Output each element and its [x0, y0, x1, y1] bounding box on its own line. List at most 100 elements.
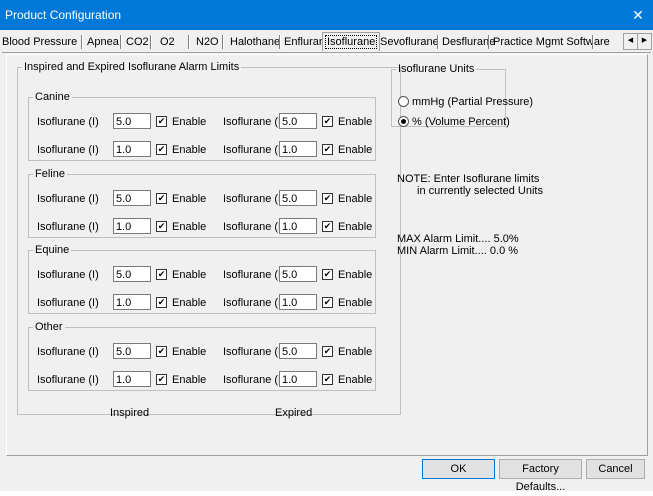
inspired-label: Isoflurane (I): [37, 346, 99, 358]
dialog-body: Blood Pressure Apnea CO2 O2 N2O Halothan…: [0, 30, 653, 493]
limit-row: Isoflurane (I) 1.0 ✔ Enable Isoflurane (E) 1.…: [29, 371, 375, 391]
percent-label: % (Volume Percent): [412, 116, 510, 128]
units-option-mmhg[interactable]: mmHg (Partial Pressure): [398, 93, 533, 113]
inspired-label: Isoflurane (I): [37, 116, 99, 128]
limit-row: Isoflurane (I) 5.0 ✔ Enable Isoflurane (E) 5.…: [29, 113, 375, 133]
tab-separator: [437, 35, 439, 49]
note-line-2: in currently selected Units: [417, 185, 543, 197]
units-group: Isoflurane Units mmHg (Partial Pressure)…: [391, 63, 533, 128]
enable-label: Enable: [172, 374, 207, 386]
tab-isoflurane[interactable]: Isoflurane: [322, 32, 381, 51]
note-text: NOTE: Enter Isoflurane limits in current…: [397, 173, 543, 197]
max-limit: MAX Alarm Limit.... 5.0%: [397, 233, 519, 245]
inspired-enable-checkbox[interactable]: ✔: [156, 221, 167, 232]
inspired-enable-checkbox[interactable]: ✔: [156, 374, 167, 385]
expired-enable-checkbox[interactable]: ✔: [322, 116, 333, 127]
enable-label: Enable: [172, 269, 207, 281]
tab-separator: [488, 35, 490, 49]
expired-input[interactable]: 5.0: [279, 190, 317, 206]
tab-scroll-left-icon[interactable]: ◀: [623, 33, 638, 50]
expired-enable-checkbox[interactable]: ✔: [322, 346, 333, 357]
enable-label: Enable: [338, 297, 373, 309]
tab-isoflurane-label: Isoflurane: [325, 35, 378, 49]
alarm-limits-title: Inspired and Expired Isoflurane Alarm Li…: [24, 61, 240, 73]
limit-row: Isoflurane (I) 1.0 ✔ Enable Isoflurane (E) 1.…: [29, 218, 375, 238]
tab-blood-pressure[interactable]: Blood Pressure: [2, 34, 77, 50]
limit-row: Isoflurane (I) 5.0 ✔ Enable Isoflurane (E) 5.…: [29, 266, 375, 286]
inspired-enable-checkbox[interactable]: ✔: [156, 346, 167, 357]
expired-input[interactable]: 5.0: [279, 113, 317, 129]
cancel-button[interactable]: Cancel: [586, 459, 645, 479]
inspired-enable-checkbox[interactable]: ✔: [156, 269, 167, 280]
enable-label: Enable: [172, 193, 207, 205]
enable-label: Enable: [172, 346, 207, 358]
expired-enable-checkbox[interactable]: ✔: [322, 193, 333, 204]
tab-n2o[interactable]: N2O: [196, 34, 219, 50]
inspired-enable-checkbox[interactable]: ✔: [156, 193, 167, 204]
expired-input[interactable]: 5.0: [279, 266, 317, 282]
enable-label: Enable: [338, 221, 373, 233]
expired-enable-checkbox[interactable]: ✔: [322, 374, 333, 385]
inspired-enable-checkbox[interactable]: ✔: [156, 144, 167, 155]
inspired-enable-checkbox[interactable]: ✔: [156, 116, 167, 127]
inspired-input[interactable]: 5.0: [113, 113, 151, 129]
inspired-input[interactable]: 1.0: [113, 371, 151, 387]
expired-enable-checkbox[interactable]: ✔: [322, 221, 333, 232]
enable-label: Enable: [338, 193, 373, 205]
tab-apnea[interactable]: Apnea: [87, 34, 119, 50]
tab-separator: [150, 35, 152, 49]
tab-o2[interactable]: O2: [160, 34, 175, 50]
units-option-percent[interactable]: % (Volume Percent): [398, 113, 510, 133]
expired-enable-checkbox[interactable]: ✔: [322, 144, 333, 155]
enable-label: Enable: [338, 269, 373, 281]
species-title: Canine: [35, 91, 70, 103]
tab-co2[interactable]: CO2: [126, 34, 149, 50]
inspired-enable-checkbox[interactable]: ✔: [156, 297, 167, 308]
inspired-label: Isoflurane (I): [37, 297, 99, 309]
expired-input[interactable]: 1.0: [279, 294, 317, 310]
species-group-other: Other Isoflurane (I) 5.0 ✔ Enable Isoflurane …: [28, 321, 376, 391]
inspired-label: Isoflurane (I): [37, 374, 99, 386]
close-icon[interactable]: ✕: [623, 0, 653, 30]
tab-sevoflurane[interactable]: Sevoflurane: [380, 34, 439, 50]
percent-radio[interactable]: [398, 116, 409, 127]
limits-text: MAX Alarm Limit.... 5.0% MIN Alarm Limit…: [397, 233, 519, 257]
tab-separator: [592, 35, 594, 49]
ok-button[interactable]: OK: [422, 459, 495, 479]
mmhg-radio[interactable]: [398, 96, 409, 107]
expired-input[interactable]: 1.0: [279, 218, 317, 234]
expired-input[interactable]: 1.0: [279, 371, 317, 387]
factory-defaults-button[interactable]: Factory Defaults...: [499, 459, 582, 493]
inspired-input[interactable]: 1.0: [113, 141, 151, 157]
tab-scroll-right-icon[interactable]: ▶: [637, 33, 652, 50]
tab-strip: Blood Pressure Apnea CO2 O2 N2O Halothan…: [2, 32, 619, 52]
inspired-input[interactable]: 5.0: [113, 266, 151, 282]
tab-separator: [188, 35, 190, 49]
window-title: Product Configuration: [5, 8, 122, 22]
min-limit: MIN Alarm Limit.... 0.0 %: [397, 245, 519, 257]
tab-separator: [81, 35, 83, 49]
species-group-feline: Feline Isoflurane (I) 5.0 ✔ Enable Isoflurane…: [28, 168, 376, 238]
enable-label: Enable: [172, 221, 207, 233]
expired-enable-checkbox[interactable]: ✔: [322, 297, 333, 308]
inspired-input[interactable]: 5.0: [113, 190, 151, 206]
title-bar: Product Configuration ✕: [0, 0, 653, 30]
inspired-label: Isoflurane (I): [37, 221, 99, 233]
expired-input[interactable]: 5.0: [279, 343, 317, 359]
inspired-input[interactable]: 1.0: [113, 294, 151, 310]
dialog-footer: OK Factory Defaults... Cancel: [0, 459, 653, 493]
inspired-label: Isoflurane (I): [37, 269, 99, 281]
expired-input[interactable]: 1.0: [279, 141, 317, 157]
species-title: Feline: [35, 168, 65, 180]
inspired-input[interactable]: 5.0: [113, 343, 151, 359]
inspired-input[interactable]: 1.0: [113, 218, 151, 234]
limit-row: Isoflurane (I) 5.0 ✔ Enable Isoflurane (E) 5.…: [29, 190, 375, 210]
units-group-title: Isoflurane Units: [398, 63, 475, 75]
enable-label: Enable: [338, 374, 373, 386]
expired-footer-label: Expired: [275, 407, 313, 419]
inspired-label: Isoflurane (I): [37, 193, 99, 205]
expired-enable-checkbox[interactable]: ✔: [322, 269, 333, 280]
tab-halothane[interactable]: Halothane: [230, 34, 280, 50]
species-title: Equine: [35, 244, 70, 256]
inspired-label: Isoflurane (I): [37, 144, 99, 156]
